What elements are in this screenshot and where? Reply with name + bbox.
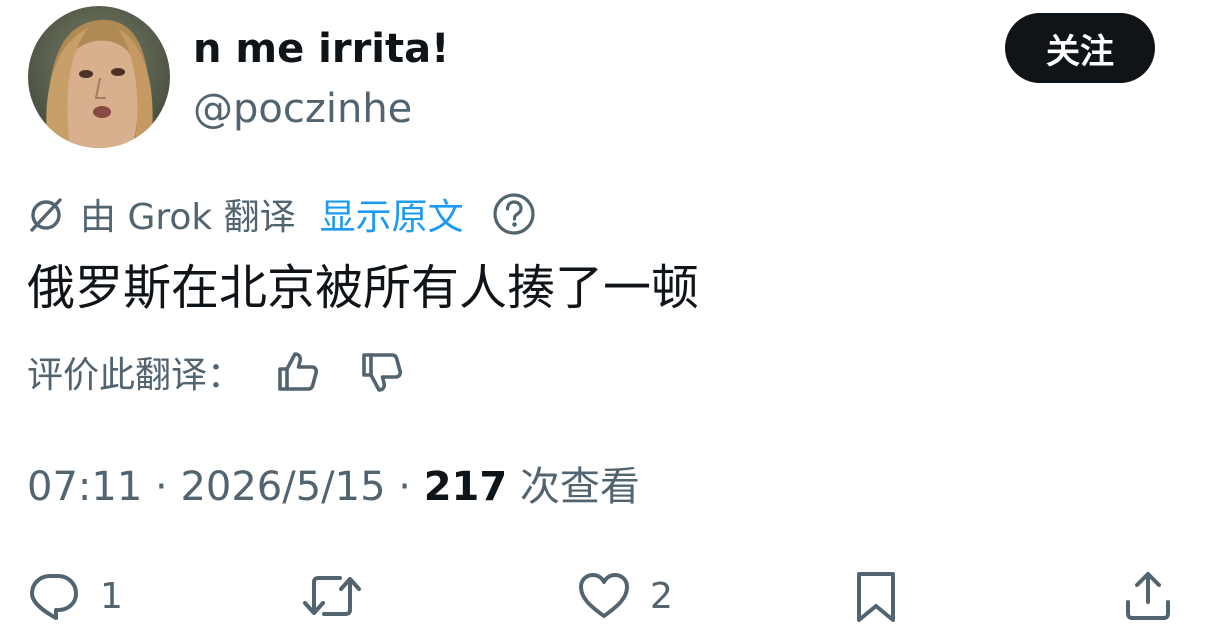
repost-icon (303, 576, 361, 616)
tweet-time[interactable]: 07:11 (27, 464, 142, 510)
heart-icon (579, 573, 629, 618)
avatar[interactable] (28, 6, 170, 148)
thumbs-up-icon[interactable] (275, 349, 321, 395)
grok-icon (30, 198, 62, 232)
views-label: 次查看 (519, 464, 640, 510)
reply-button[interactable]: 1 (26, 566, 123, 626)
reply-icon (30, 574, 78, 620)
repost-button[interactable] (300, 566, 364, 626)
separator: · (155, 464, 168, 510)
bookmark-icon (857, 572, 895, 622)
like-button[interactable]: 2 (576, 566, 673, 626)
translation-info: 由 Grok 翻译 显示原文 (26, 188, 536, 240)
thumbs-down-icon[interactable] (359, 349, 405, 395)
tweet-text: 俄罗斯在北京被所有人揍了一顿 (27, 260, 700, 316)
views-count: 217 (423, 464, 508, 510)
tweet-date[interactable]: 2026/5/15 (180, 464, 385, 510)
share-button[interactable] (1120, 566, 1176, 626)
display-name[interactable]: n me irrita! (193, 24, 449, 74)
profile-photo (28, 6, 170, 148)
share-icon (1126, 572, 1170, 620)
user-handle[interactable]: @poczinhe (193, 84, 412, 134)
like-count: 2 (650, 575, 673, 617)
separator: · (398, 464, 411, 510)
rate-translation-label: 评价此翻译： (27, 355, 244, 396)
translated-by-label: 由 Grok 翻译 (80, 197, 296, 238)
question-circle-icon[interactable] (492, 192, 536, 236)
show-original-link[interactable]: 显示原文 (320, 188, 464, 240)
rate-translation: 评价此翻译： (27, 346, 405, 398)
bookmark-button[interactable] (848, 566, 904, 626)
reply-count: 1 (100, 575, 123, 617)
follow-button[interactable]: 关注 (1005, 13, 1155, 83)
tweet-meta: 07:11 · 2026/5/15 · 217 次查看 (27, 460, 640, 514)
